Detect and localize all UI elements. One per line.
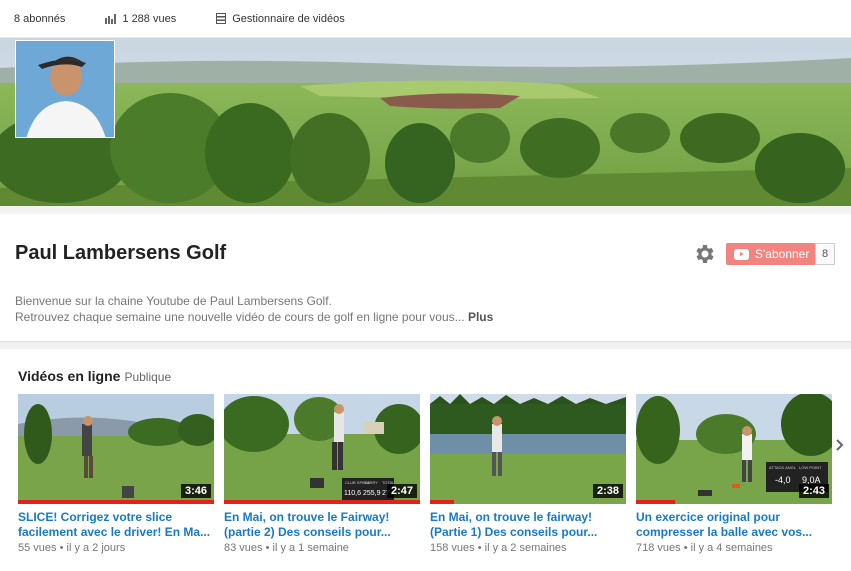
video-card[interactable]: CLUB SPEED CARRY TOTAL 110,6 255,9 27 2:… [224, 394, 420, 554]
subscribers-count: 8 abonnés [14, 12, 66, 25]
channel-description: Bienvenue sur la chaine Youtube de Paul … [15, 293, 493, 325]
video-duration: 2:47 [386, 484, 417, 498]
description-line-2: Retrouvez chaque semaine une nouvelle vi… [15, 309, 493, 325]
subscribe-button[interactable]: S'abonner [726, 243, 816, 265]
overlay-label: CARRY [364, 480, 378, 485]
overlay-value: 255,9 [363, 490, 381, 497]
video-thumbnail[interactable]: 2:38 [430, 394, 626, 504]
overlay-label: LOW POINT [799, 465, 822, 470]
video-manager-link[interactable]: Gestionnaire de vidéos [216, 13, 345, 25]
video-manager-icon [216, 13, 227, 24]
views-count: 1 288 vues [122, 12, 177, 25]
video-age: il y a 1 semaine [272, 542, 349, 554]
video-duration: 2:38 [592, 484, 623, 498]
overlay-label: ATTACK ANGL [769, 465, 797, 470]
video-views: 158 vues [430, 542, 475, 554]
video-card[interactable]: 3:46 SLICE! Corrigez votre slice facilem… [18, 394, 214, 554]
online-videos-section: Vidéos en ligne Publique 3:46 SLICE! Corr… [0, 349, 851, 571]
video-age: il y a 2 semaines [484, 542, 567, 554]
section-title: Vidéos en ligne Publique [18, 368, 171, 384]
video-views: 83 vues [224, 542, 263, 554]
visibility-label: Publique [124, 370, 172, 384]
overlay-value: 110,6 [344, 490, 361, 497]
video-thumbnail[interactable]: 3:46 [18, 394, 214, 504]
channel-stats-bar: 8 abonnés 1 288 vues Gestionnaire de vid… [0, 0, 851, 38]
video-title[interactable]: En Mai, on trouve le Fairway! (partie 2)… [224, 510, 420, 540]
video-card[interactable]: 2:38 En Mai, on trouve le fairway! (Part… [430, 394, 626, 554]
description-line-1: Bienvenue sur la chaine Youtube de Paul … [15, 294, 332, 308]
subscribe-label: S'abonner [755, 247, 810, 261]
video-age: il y a 4 semaines [690, 542, 773, 554]
banner-landscape-image [0, 38, 851, 214]
avatar-photo [16, 41, 114, 137]
video-duration: 2:43 [798, 484, 829, 498]
video-age: il y a 2 jours [66, 542, 126, 554]
section-title-label: Vidéos en ligne [18, 368, 121, 384]
more-link[interactable]: Plus [468, 310, 493, 324]
video-views: 55 vues [18, 542, 57, 554]
description-line-2-text: Retrouvez chaque semaine une nouvelle vi… [15, 310, 465, 324]
video-thumbnail[interactable]: CLUB SPEED CARRY TOTAL 110,6 255,9 27 2:… [224, 394, 420, 504]
gear-icon[interactable] [692, 242, 716, 266]
channel-banner [0, 38, 851, 214]
video-title[interactable]: SLICE! Corrigez votre slice facilement a… [18, 510, 214, 540]
watch-progress-bar [636, 500, 676, 504]
watch-progress-bar [224, 500, 420, 504]
youtube-play-icon [734, 248, 749, 260]
subscriber-count-badge: 8 [815, 243, 835, 265]
channel-header: Paul Lambersens Golf S'abonner 8 Bienven… [0, 214, 851, 342]
video-views: 718 vues [636, 542, 681, 554]
bar-chart-icon [105, 13, 117, 24]
video-card[interactable]: ATTACK ANGL LOW POINT -4,0 9,0A 2:43 Un … [636, 394, 832, 554]
video-manager-label: Gestionnaire de vidéos [232, 12, 345, 25]
watch-progress-bar [18, 500, 214, 504]
watch-progress-bar [430, 500, 454, 504]
overlay-value: -4,0 [775, 475, 791, 485]
video-meta: 158 vues • il y a 2 semaines [430, 542, 567, 554]
subscribers-stat: 8 abonnés [14, 13, 65, 25]
video-duration: 3:46 [180, 484, 211, 498]
video-title[interactable]: Un exercice original pour compresser la … [636, 510, 832, 540]
video-meta: 83 vues • il y a 1 semaine [224, 542, 349, 554]
chevron-right-icon[interactable] [835, 436, 845, 454]
video-meta: 718 vues • il y a 4 semaines [636, 542, 773, 554]
video-meta: 55 vues • il y a 2 jours [18, 542, 126, 554]
video-title[interactable]: En Mai, on trouve le fairway! (Partie 1)… [430, 510, 626, 540]
channel-avatar[interactable] [15, 40, 115, 138]
channel-name: Paul Lambersens Golf [15, 242, 227, 264]
views-stat: 1 288 vues [105, 13, 176, 25]
video-thumbnail[interactable]: ATTACK ANGL LOW POINT -4,0 9,0A 2:43 [636, 394, 832, 504]
